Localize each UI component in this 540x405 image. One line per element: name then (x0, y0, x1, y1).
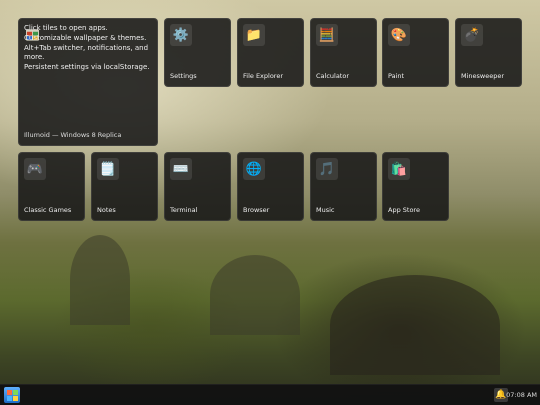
intro-line: Customizable wallpaper & themes. (24, 34, 147, 42)
tile-label: File Explorer (243, 72, 284, 80)
tile-label: Paint (388, 72, 405, 80)
tile-label: Music (316, 206, 335, 214)
notepad-icon: 🗒️ (97, 158, 119, 180)
wallpaper-rock (330, 275, 500, 375)
start-button[interactable] (4, 387, 20, 403)
tile-label: App Store (388, 206, 420, 214)
keyboard-icon: ⌨️ (170, 158, 192, 180)
tile-settings[interactable]: ⚙️ Settings (164, 18, 231, 87)
tile-classic-games[interactable]: 🎮 Classic Games (18, 152, 85, 221)
tile-file-explorer[interactable]: 📁 File Explorer (237, 18, 304, 87)
wallpaper-hill (210, 255, 300, 335)
shopping-bags-icon: 🛍️ (388, 158, 410, 180)
tile-notes[interactable]: 🗒️ Notes (91, 152, 158, 221)
wallpaper-hill (70, 235, 130, 325)
tile-app-store[interactable]: 🛍️ App Store (382, 152, 449, 221)
gear-icon: ⚙️ (170, 24, 192, 46)
taskbar: 🔔 07:08 AM (0, 384, 540, 405)
gamepad-icon: 🎮 (24, 158, 46, 180)
tile-label: Calculator (316, 72, 350, 80)
tile-browser[interactable]: 🌐 Browser (237, 152, 304, 221)
windows-logo-icon (6, 389, 18, 401)
globe-icon: 🌐 (243, 158, 265, 180)
intro-text: Click tiles to open apps. Customizable w… (24, 24, 151, 73)
tile-label: Terminal (170, 206, 198, 214)
tile-paint[interactable]: 🎨 Paint (382, 18, 449, 87)
intro-line: Persistent settings via localStorage. (24, 63, 150, 71)
intro-line: Click tiles to open apps. (24, 24, 108, 32)
tile-label: Browser (243, 206, 270, 214)
tile-minesweeper[interactable]: 💣 Minesweeper (455, 18, 522, 87)
folder-icon: 📁 (243, 24, 265, 46)
bomb-icon: 💣 (461, 24, 483, 46)
tile-calculator[interactable]: 🧮 Calculator (310, 18, 377, 87)
intro-subtitle: Illumoid — Windows 8 Replica (24, 131, 122, 139)
taskbar-clock[interactable]: 07:08 AM (506, 391, 537, 399)
music-note-icon: 🎵 (316, 158, 338, 180)
tile-label: Minesweeper (461, 72, 505, 80)
tile-label: Classic Games (24, 206, 72, 214)
tile-terminal[interactable]: ⌨️ Terminal (164, 152, 231, 221)
tile-label: Settings (170, 72, 197, 80)
palette-icon: 🎨 (388, 24, 410, 46)
tile-label: Notes (97, 206, 116, 214)
abacus-icon: 🧮 (316, 24, 338, 46)
intro-tile[interactable]: Click tiles to open apps. Customizable w… (18, 18, 158, 146)
bell-icon: 🔔 (495, 390, 507, 400)
tile-music[interactable]: 🎵 Music (310, 152, 377, 221)
intro-line: Alt+Tab switcher, notifications, and mor… (24, 44, 149, 61)
